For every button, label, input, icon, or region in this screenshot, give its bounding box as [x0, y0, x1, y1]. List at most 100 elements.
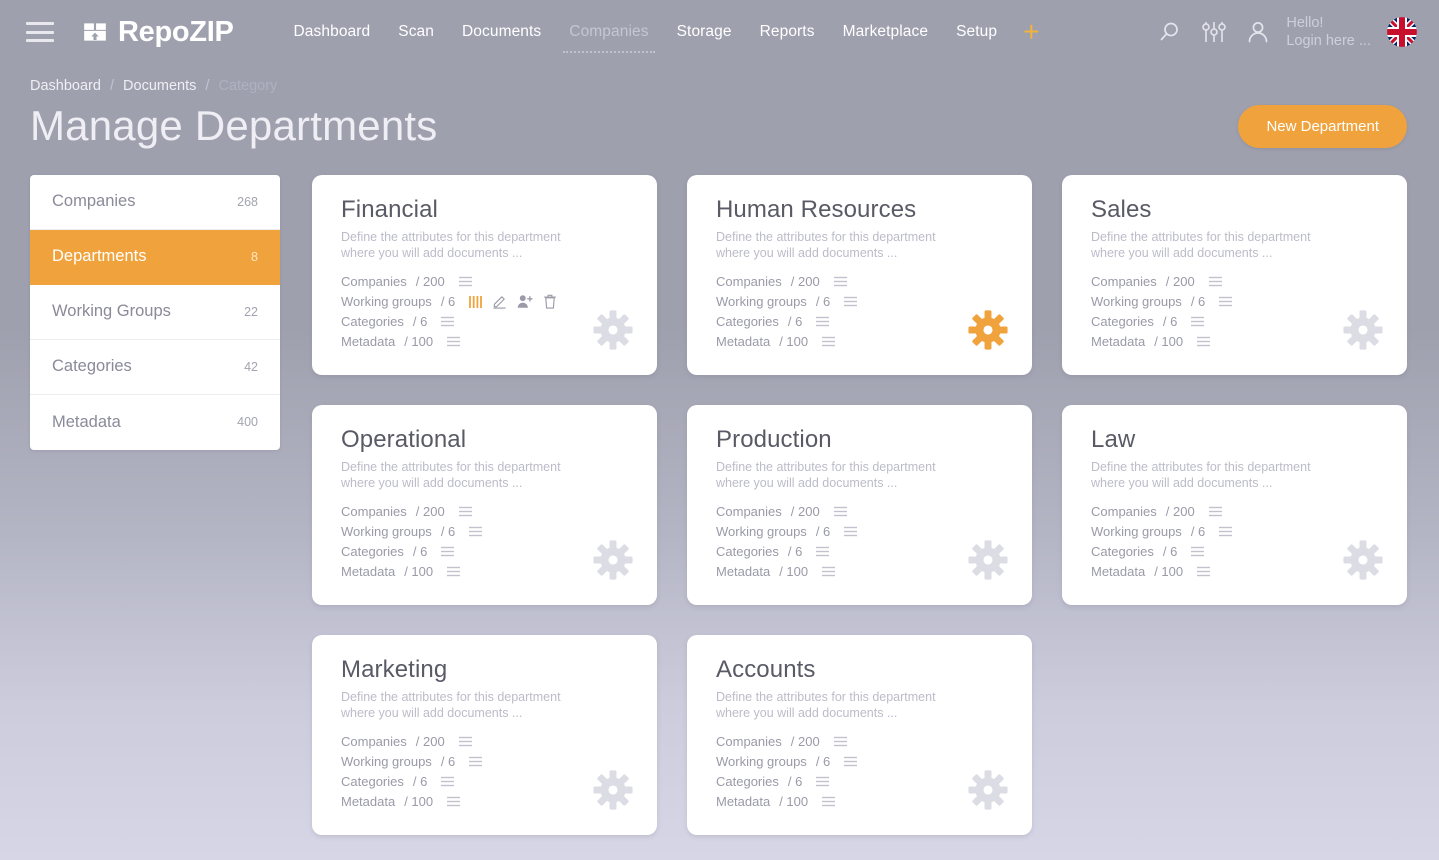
card-settings-gear-icon[interactable]: [968, 769, 1008, 810]
card-title: Sales: [1091, 195, 1152, 223]
sidebar-item-categories[interactable]: Categories 42: [30, 340, 280, 395]
repozip-box-icon: [82, 19, 108, 45]
department-card[interactable]: Law Define the attributes for this depart…: [1062, 404, 1407, 605]
list-icon[interactable]: [1190, 315, 1205, 328]
list-icon[interactable]: [440, 775, 455, 788]
sliders-icon[interactable]: [1192, 10, 1236, 54]
breadcrumb-item-documents[interactable]: Documents: [123, 78, 196, 94]
department-card[interactable]: Sales Define the attributes for this depa…: [1062, 174, 1407, 375]
list-icon[interactable]: [821, 795, 836, 808]
list-icon[interactable]: [446, 565, 461, 578]
list-icon[interactable]: [1208, 505, 1223, 518]
add-new-icon[interactable]: +: [1023, 18, 1039, 46]
department-card[interactable]: Accounts Define the attributes for this d…: [687, 634, 1032, 835]
card-settings-gear-icon[interactable]: [593, 309, 633, 350]
sidebar-item-count: 42: [244, 359, 258, 374]
nav-item-storage[interactable]: Storage: [663, 17, 746, 47]
department-card[interactable]: Operational Define the attributes for thi…: [312, 404, 657, 605]
nav-item-marketplace[interactable]: Marketplace: [829, 17, 943, 47]
list-icon[interactable]: [458, 275, 473, 288]
list-icon[interactable]: [833, 505, 848, 518]
sidebar-item-companies[interactable]: Companies 268: [30, 175, 280, 230]
card-stat-value: / 100: [779, 334, 809, 350]
nav-item-scan[interactable]: Scan: [384, 17, 448, 47]
sidebar-item-count: 400: [237, 415, 258, 429]
uk-flag-icon[interactable]: [1387, 17, 1417, 47]
page-title: Manage Departments: [30, 102, 438, 149]
department-card[interactable]: Production Define the attributes for this…: [687, 404, 1032, 605]
list-icon[interactable]: [821, 565, 836, 578]
card-settings-gear-icon[interactable]: [968, 539, 1008, 580]
edit-pencil-icon[interactable]: [492, 294, 507, 310]
sidebar-item-label: Categories: [52, 357, 132, 375]
list-icon[interactable]: [1218, 525, 1233, 538]
breadcrumb-separator: /: [205, 78, 210, 94]
card-stat-value: / 200: [415, 274, 445, 290]
card-stat-label: Working groups: [341, 294, 432, 310]
card-description: Define the attributes for this departmen…: [716, 459, 936, 491]
add-user-icon[interactable]: [517, 294, 533, 309]
list-icon[interactable]: [446, 795, 461, 808]
login-greeting[interactable]: Hello! Login here ...: [1286, 14, 1371, 50]
card-stat-row: Working groups / 6: [716, 292, 1006, 312]
list-icon[interactable]: [1196, 335, 1211, 348]
list-icon[interactable]: [1196, 565, 1211, 578]
list-icon[interactable]: [833, 275, 848, 288]
brand-logo[interactable]: RepoZIP: [82, 17, 234, 47]
bars-icon-active[interactable]: [468, 295, 483, 309]
list-icon[interactable]: [446, 335, 461, 348]
list-icon[interactable]: [458, 505, 473, 518]
list-icon[interactable]: [843, 295, 858, 308]
nav-item-documents[interactable]: Documents: [448, 17, 555, 47]
list-icon[interactable]: [1208, 275, 1223, 288]
list-icon[interactable]: [468, 755, 483, 768]
card-title: Marketing: [341, 655, 448, 683]
card-stat-actions: [446, 335, 461, 348]
card-stat-value: / 6: [412, 544, 428, 560]
list-icon[interactable]: [458, 735, 473, 748]
card-stat-label: Categories: [341, 314, 404, 330]
list-icon[interactable]: [440, 545, 455, 558]
card-stat-value: / 200: [415, 734, 445, 750]
card-settings-gear-icon[interactable]: [1343, 539, 1383, 580]
breadcrumb-item-category: Category: [218, 78, 278, 94]
card-stat-actions: [468, 755, 483, 768]
department-card[interactable]: Marketing Define the attributes for this …: [312, 634, 657, 835]
list-icon[interactable]: [440, 315, 455, 328]
department-card[interactable]: Human Resources Define the attributes for…: [687, 174, 1032, 375]
nav-item-reports[interactable]: Reports: [746, 17, 829, 47]
card-settings-gear-icon[interactable]: [593, 539, 633, 580]
search-icon[interactable]: [1148, 10, 1192, 54]
card-stat-actions: [815, 775, 830, 788]
list-icon[interactable]: [815, 315, 830, 328]
nav-item-companies[interactable]: Companies: [555, 17, 662, 53]
card-stat-label: Categories: [1091, 544, 1154, 560]
card-stat-row: Working groups / 6: [1091, 522, 1381, 542]
card-stat-value: / 100: [779, 564, 809, 580]
list-icon[interactable]: [843, 755, 858, 768]
sidebar-item-metadata[interactable]: Metadata 400: [30, 395, 280, 450]
hamburger-menu-icon[interactable]: [26, 22, 54, 42]
breadcrumb-item-dashboard[interactable]: Dashboard: [30, 78, 101, 94]
user-avatar-icon[interactable]: [1236, 10, 1280, 54]
card-settings-gear-icon[interactable]: [968, 309, 1008, 350]
card-stat-label: Metadata: [1091, 334, 1146, 350]
list-icon[interactable]: [815, 775, 830, 788]
nav-item-setup[interactable]: Setup: [942, 17, 1011, 47]
new-department-button[interactable]: New Department: [1238, 104, 1407, 148]
sidebar-item-working-groups[interactable]: Working Groups 22: [30, 285, 280, 340]
list-icon[interactable]: [821, 335, 836, 348]
list-icon[interactable]: [815, 545, 830, 558]
list-icon[interactable]: [833, 735, 848, 748]
department-card[interactable]: Financial Define the attributes for this …: [312, 174, 657, 375]
card-stat-value: / 200: [790, 734, 820, 750]
card-settings-gear-icon[interactable]: [593, 769, 633, 810]
list-icon[interactable]: [468, 525, 483, 538]
card-settings-gear-icon[interactable]: [1343, 309, 1383, 350]
list-icon[interactable]: [1218, 295, 1233, 308]
list-icon[interactable]: [843, 525, 858, 538]
nav-item-dashboard[interactable]: Dashboard: [280, 17, 385, 47]
trash-icon[interactable]: [543, 294, 557, 310]
list-icon[interactable]: [1190, 545, 1205, 558]
sidebar-item-departments[interactable]: Departments 8: [30, 229, 280, 285]
